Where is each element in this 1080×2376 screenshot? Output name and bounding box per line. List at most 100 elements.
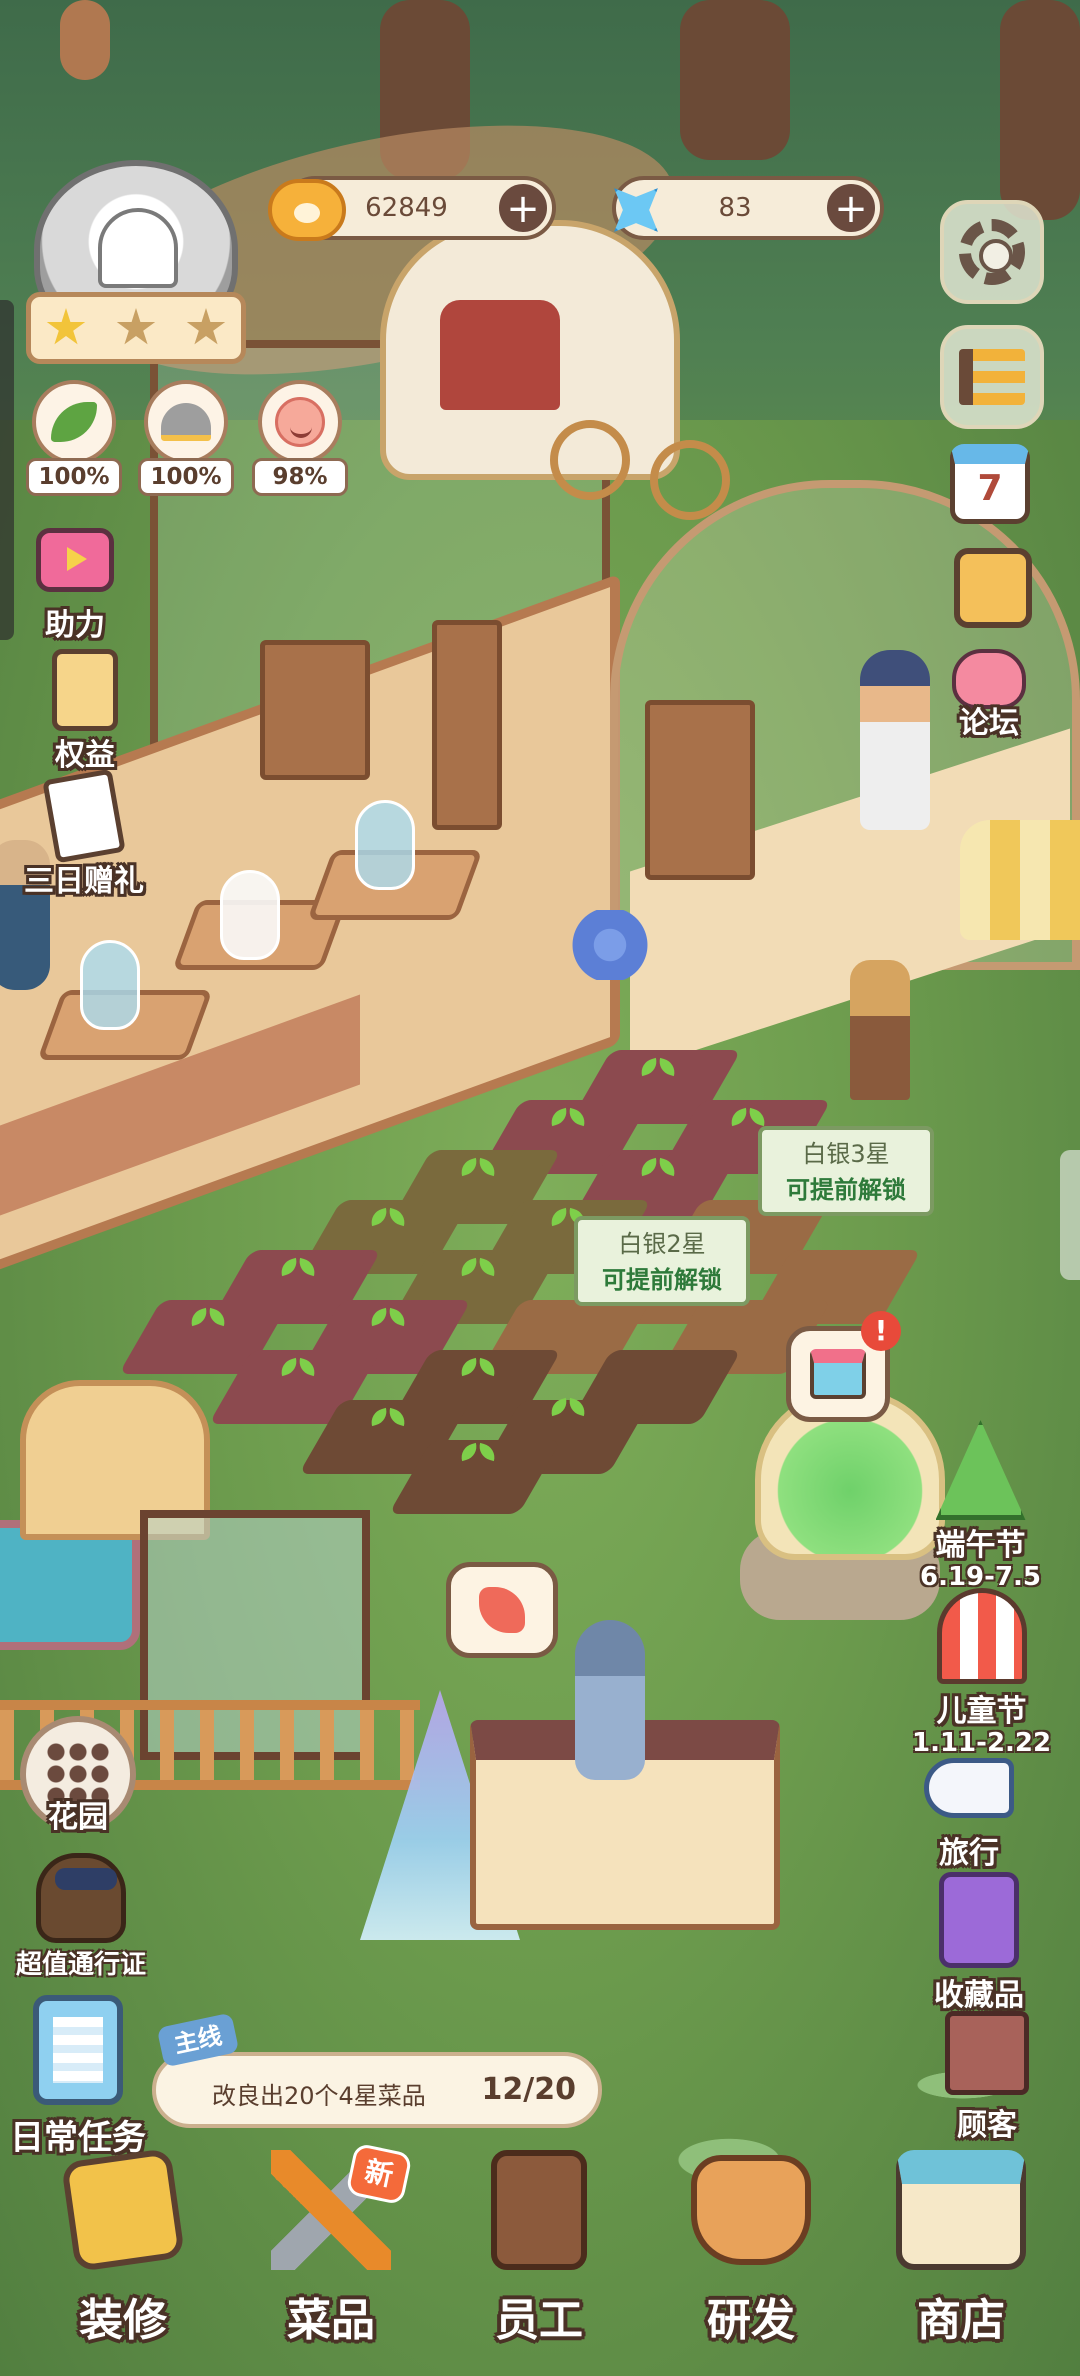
star-ribbon (26, 292, 246, 364)
research-label: 研发 (707, 2295, 795, 2346)
video-tv-icon (30, 520, 120, 600)
garden-button[interactable]: 花园 (20, 1716, 136, 1836)
chef-hat-icon (98, 208, 178, 288)
stat-value: 100% (138, 458, 234, 496)
stat-value: 100% (26, 458, 122, 496)
airplane-icon (924, 1748, 1014, 1828)
sprout (190, 1310, 226, 1330)
forum-label: 论坛 (959, 706, 1019, 741)
staff-button[interactable]: 员工 (454, 2140, 624, 2376)
star-icon (46, 308, 86, 345)
shop-icon (896, 2140, 1026, 2280)
calendar-icon: 7 (950, 444, 1030, 524)
sprout (460, 1260, 496, 1280)
forum-button[interactable]: 论坛 (944, 644, 1034, 742)
receptionist-npc[interactable] (575, 1620, 645, 1780)
childrens-day-label: 儿童节 (936, 1694, 1027, 1729)
scarecrow[interactable] (850, 960, 910, 1100)
sprout (370, 1310, 406, 1330)
display-cabinet[interactable] (260, 640, 370, 780)
battle-pass-label: 超值通行证 (16, 1950, 147, 1980)
service-stat[interactable]: 100% (138, 380, 234, 496)
smiley-icon (258, 380, 342, 464)
sprout (640, 1160, 676, 1180)
stat-value: 98% (252, 458, 348, 496)
carriage-wheel (650, 440, 730, 520)
market-stall-awning[interactable] (960, 820, 1080, 940)
quest-progress: 12/20 (481, 2072, 576, 2107)
gem-counter[interactable]: 83 + (612, 176, 884, 240)
dishes-button[interactable]: 菜品 新 (246, 2140, 416, 2376)
sprout (280, 1260, 316, 1280)
coin-counter[interactable]: 62849 + (268, 176, 556, 241)
album-button[interactable] (954, 548, 1032, 628)
side-drawer-handle[interactable] (1060, 1150, 1080, 1280)
calendar-button[interactable]: 7 (950, 444, 1030, 524)
leaf-icon (32, 380, 116, 464)
collectibles-button[interactable]: 收藏品 (934, 1870, 1024, 2014)
main-quest-bar[interactable]: 主线 改良出20个4星菜品 12/20 (152, 2012, 602, 2128)
star-empty-icon (116, 308, 156, 345)
settings-button[interactable] (940, 200, 1044, 304)
list-icon (959, 349, 1025, 405)
chef-level-badge[interactable] (26, 160, 246, 375)
add-gems-button[interactable]: + (824, 181, 878, 235)
customers-button[interactable]: 顾客 (942, 2006, 1032, 2144)
dragon-boat-event-button[interactable]: 端午节 6.19-7.5 (920, 1420, 1041, 1592)
sprout (460, 1160, 496, 1180)
sprout (550, 1400, 586, 1420)
travel-button[interactable]: 旅行 (924, 1748, 1014, 1872)
phone-call-bubble[interactable] (446, 1562, 558, 1658)
star-empty-icon (186, 308, 226, 345)
rights-button[interactable]: 权益 (40, 649, 130, 774)
glass-vase (355, 800, 415, 890)
potion-shelf[interactable] (645, 700, 755, 880)
decorate-label: 装修 (79, 2295, 167, 2346)
sprout (460, 1360, 496, 1380)
paw-coin-icon (267, 170, 347, 250)
plot-lock-sign-silver2[interactable]: 白银2星 可提前解锁 (574, 1216, 750, 1306)
witch-npc[interactable] (860, 650, 930, 830)
freshness-stat[interactable]: 100% (26, 380, 122, 496)
gift-bubble[interactable]: ! (786, 1311, 901, 1422)
quest-text: 改良出20个4星菜品 (212, 2082, 426, 2110)
bookshelf[interactable] (432, 620, 502, 830)
tree-trunk (680, 0, 790, 160)
menu-list-button[interactable] (940, 325, 1044, 429)
staff-label: 员工 (495, 2295, 583, 2346)
childrens-day-event-button[interactable]: 儿童节 1.11-2.22 (912, 1586, 1051, 1758)
sprout (460, 1445, 496, 1465)
clipboard-icon (33, 1990, 123, 2110)
three-day-gift-label: 三日赠礼 (24, 864, 144, 899)
photo-album-icon (954, 548, 1032, 628)
add-coins-button[interactable]: + (496, 181, 550, 235)
carriage-wheel (550, 420, 630, 500)
sprout (550, 1110, 586, 1130)
phone-icon (479, 1587, 525, 1633)
assist-button[interactable]: 助力 (30, 520, 120, 644)
plot-lock-sign-silver3[interactable]: 白银3星 可提前解锁 (758, 1126, 934, 1216)
shop-label: 商店 (917, 2295, 1005, 2346)
daily-tasks-button[interactable]: 日常任务 (10, 1990, 146, 2159)
rights-label: 权益 (55, 738, 115, 773)
hydrangea-planter[interactable] (570, 910, 650, 980)
sprout (370, 1210, 406, 1230)
sprout (640, 1060, 676, 1080)
sign-requirement: 白银2星 (618, 1230, 706, 1258)
garden-label: 花园 (48, 1800, 108, 1835)
dishes-label: 菜品 (287, 2295, 375, 2346)
battle-pass-button[interactable]: 超值通行证 (16, 1850, 146, 1981)
sign-requirement: 白银3星 (802, 1140, 890, 1168)
gear-icon (959, 219, 1025, 285)
edge-handle[interactable] (0, 300, 14, 640)
guest-book-icon (942, 2006, 1032, 2100)
shop-button[interactable]: 商店 (876, 2140, 1046, 2376)
decorate-button[interactable]: 装修 (38, 2140, 208, 2376)
three-day-gift-button[interactable]: 三日赠礼 (24, 768, 144, 900)
research-button[interactable]: 研发 (666, 2140, 836, 2376)
birdhouse (60, 0, 110, 80)
travel-label: 旅行 (939, 1836, 999, 1871)
alert-icon: ! (861, 1311, 901, 1351)
satisfaction-stat[interactable]: 98% (252, 380, 348, 496)
assist-label: 助力 (45, 608, 105, 643)
